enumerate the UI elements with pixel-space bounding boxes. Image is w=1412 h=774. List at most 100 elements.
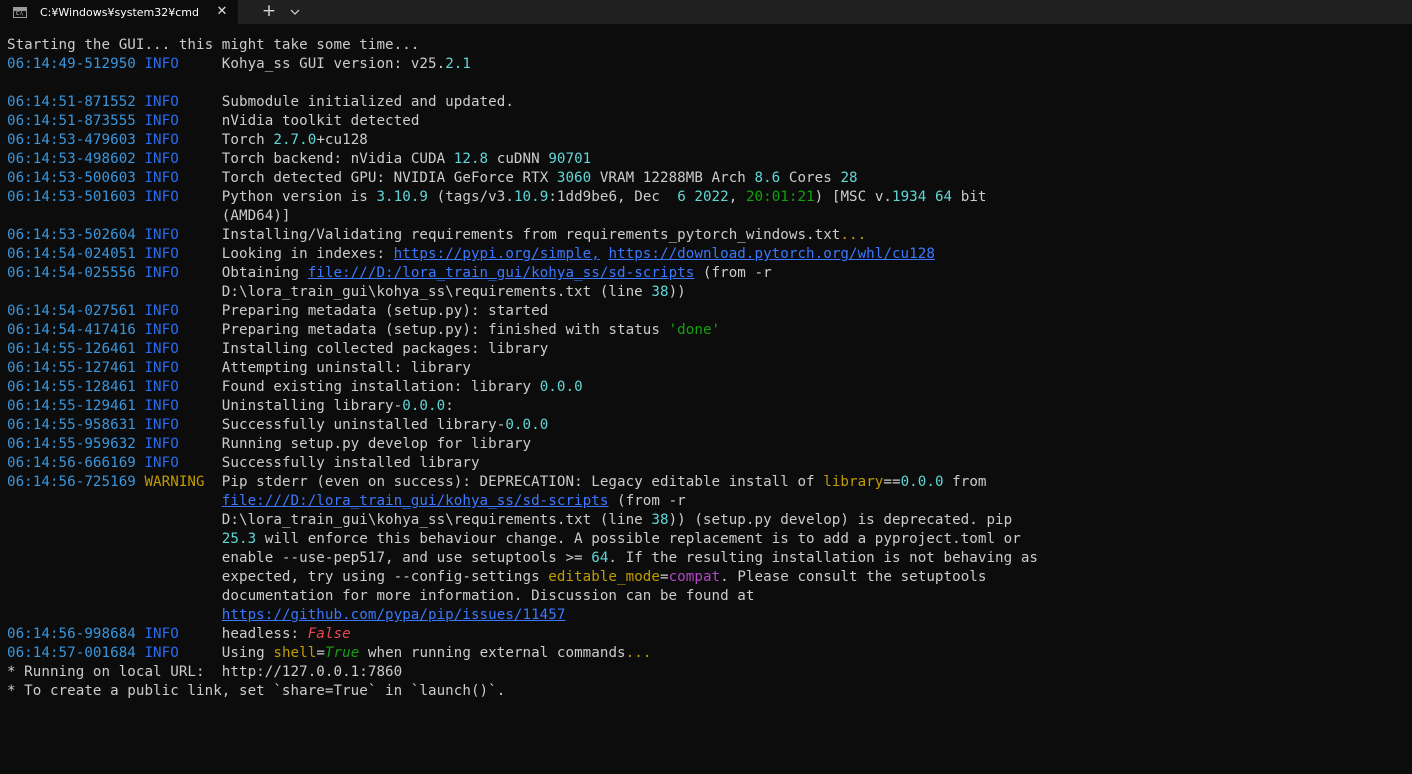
number-span: 0.0.0 [900,474,944,490]
keyword-span: editable_mode [548,569,660,585]
link[interactable]: file:///D:/lora_train_gui/kohya_ss/sd-sc… [308,265,695,281]
terminal-line: 06:14:54-027561 INFO Preparing metadata … [7,302,1412,321]
keyword-span: shell [273,645,317,661]
link[interactable]: https://pypi.org/simple, [394,246,600,262]
terminal-line: 25.3 will enforce this behaviour change.… [7,530,1412,549]
text-span: VRAM 12288MB Arch [591,170,755,186]
number-span: 12.8 [453,151,489,167]
terminal-line: 06:14:51-873555 INFO nVidia toolkit dete… [7,112,1412,131]
terminal-output[interactable]: Starting the GUI... this might take some… [7,36,1412,774]
text-span: Using [178,645,274,661]
tab-cmd[interactable]: C:\ C:¥Windows¥system32¥cmd.e ✕ [0,0,238,24]
close-tab-icon[interactable]: ✕ [214,3,230,21]
text-span: ) [MSC v. [814,189,892,205]
link[interactable]: https://download.pytorch.org/whl/cu128 [608,246,934,262]
terminal-line: D:\lora_train_gui\kohya_ss\requirements.… [7,283,1412,302]
text-span: Submodule initialized and updated. [178,94,514,110]
chevron-down-icon[interactable] [284,0,306,24]
terminal-line: 06:14:55-958631 INFO Successfully uninst… [7,416,1412,435]
timestamp: 06:14:49-512950 [7,56,136,72]
link[interactable]: file:///D:/lora_train_gui/kohya_ss/sd-sc… [222,493,609,509]
number-span: 28 [840,170,858,186]
terminal-line: (AMD64)] [7,207,1412,226]
text-span: D:\lora_train_gui\kohya_ss\requirements.… [7,284,652,300]
text-span: Installing collected packages: library [178,341,549,357]
number-span: 90701 [548,151,592,167]
text-span: = [659,569,669,585]
level-info: INFO [144,322,179,338]
text-span [7,531,222,547]
cmd-icon-label: C:\ [16,10,23,17]
level-info: INFO [144,227,179,243]
text-span: : [445,398,454,414]
text-span: Pip stderr (even on success): DEPRECATIO… [204,474,824,490]
terminal-line: * Running on local URL: http://127.0.0.1… [7,663,1412,682]
text-span: :1dd9be6, Dec [548,189,678,205]
number-span: 64 [591,550,609,566]
timestamp: 06:14:53-498602 [7,151,136,167]
terminal-line: 06:14:53-479603 INFO Torch 2.7.0+cu128 [7,131,1412,150]
level-info: INFO [144,436,179,452]
text-span: Torch [178,132,274,148]
timestamp: 06:14:53-501603 [7,189,136,205]
number-span: 2022 [694,189,729,205]
level-info: INFO [144,379,179,395]
level-info: INFO [144,113,179,129]
level-info: INFO [144,645,179,661]
keyword-span: ... [625,645,652,661]
text-span: Running setup.py develop for library [178,436,532,452]
text-span: Torch detected GPU: NVIDIA GeForce RTX [178,170,557,186]
text-span: (from -r [694,265,772,281]
text-span: , [728,189,746,205]
timestamp: 06:14:55-129461 [7,398,136,414]
text-span: cuDNN [488,151,549,167]
terminal-line: 06:14:57-001684 INFO Using shell=True wh… [7,644,1412,663]
number-span: 0.0.0 [539,379,583,395]
link[interactable]: https://github.com/pypa/pip/issues/11457 [222,607,566,623]
text-span: Successfully uninstalled library- [178,417,506,433]
new-tab-button[interactable]: + [254,0,284,24]
timestamp: 06:14:53-500603 [7,170,136,186]
terminal-line: 06:14:55-127461 INFO Attempting uninstal… [7,359,1412,378]
timestamp: 06:14:54-025556 [7,265,136,281]
level-info: INFO [144,398,179,414]
text-span: Successfully installed library [178,455,480,471]
terminal-line: documentation for more information. Disc… [7,587,1412,606]
level-info: INFO [144,246,179,262]
timestamp: 06:14:51-871552 [7,94,136,110]
number-span: 1934 [892,189,927,205]
text-span: documentation for more information. Disc… [7,588,755,604]
text-span: . If the resulting installation is not b… [608,550,1039,566]
text-span: will enforce this behaviour change. A po… [256,531,1021,547]
text-span: (from -r [608,493,686,509]
text-span: Found existing installation: library [178,379,540,395]
text-span: enable --use-pep517, and use setuptools … [7,550,592,566]
timestamp: 06:14:55-958631 [7,417,136,433]
bool-false: False [307,626,351,642]
terminal-line: 06:14:53-500603 INFO Torch detected GPU:… [7,169,1412,188]
text-span: . Please consult the setuptools [720,569,987,585]
text-span: (tags/v3. [428,189,514,205]
terminal-line: 06:14:55-959632 INFO Running setup.py de… [7,435,1412,454]
text-span [7,493,222,509]
terminal-line: 06:14:54-024051 INFO Looking in indexes:… [7,245,1412,264]
timestamp: 06:14:56-666169 [7,455,136,471]
keyword-span: library [823,474,884,490]
title-bar: C:\ C:¥Windows¥system32¥cmd.e ✕ + [0,0,1412,24]
terminal-line: 06:14:53-502604 INFO Installing/Validati… [7,226,1412,245]
terminal-line: 06:14:53-498602 INFO Torch backend: nVid… [7,150,1412,169]
number-span: 64 [934,189,953,205]
number-span: 38 [651,284,669,300]
timestamp: 06:14:57-001684 [7,645,136,661]
terminal-line: 06:14:49-512950 INFO Kohya_ss GUI versio… [7,55,1412,74]
text-span: Cores [780,170,841,186]
text-span: * Running on local URL: http://127.0.0.1… [7,664,403,680]
text-span: D:\lora_train_gui\kohya_ss\requirements.… [7,512,652,528]
timestamp: 06:14:53-479603 [7,132,136,148]
terminal-line: 06:14:56-998684 INFO headless: False [7,625,1412,644]
terminal-line: 06:14:55-128461 INFO Found existing inst… [7,378,1412,397]
terminal-line: * To create a public link, set `share=Tr… [7,682,1412,701]
text-span: (AMD64)] [7,208,291,224]
number-span: 25.3 [221,531,257,547]
